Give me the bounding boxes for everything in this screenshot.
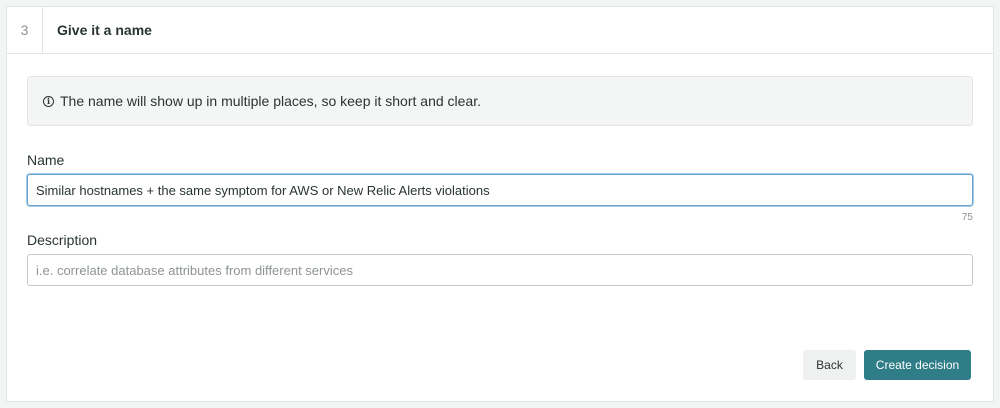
create-decision-button[interactable]: Create decision (864, 350, 971, 380)
description-input[interactable] (27, 254, 973, 286)
name-char-count: 75 (961, 212, 973, 223)
step-body: i The name will show up in multiple plac… (7, 54, 993, 286)
description-label: Description (27, 232, 98, 248)
form-actions: Back Create decision (803, 350, 971, 380)
name-label: Name (27, 152, 65, 168)
info-banner: i The name will show up in multiple plac… (27, 76, 973, 126)
step-title: Give it a name (57, 22, 152, 38)
name-input[interactable] (27, 174, 973, 206)
info-message: The name will show up in multiple places… (60, 93, 481, 109)
step-card: 3 Give it a name i The name will show up… (6, 6, 994, 402)
back-button[interactable]: Back (803, 350, 856, 380)
step-header: 3 Give it a name (7, 7, 993, 54)
step-number: 3 (7, 7, 43, 53)
info-icon: i (43, 95, 54, 107)
